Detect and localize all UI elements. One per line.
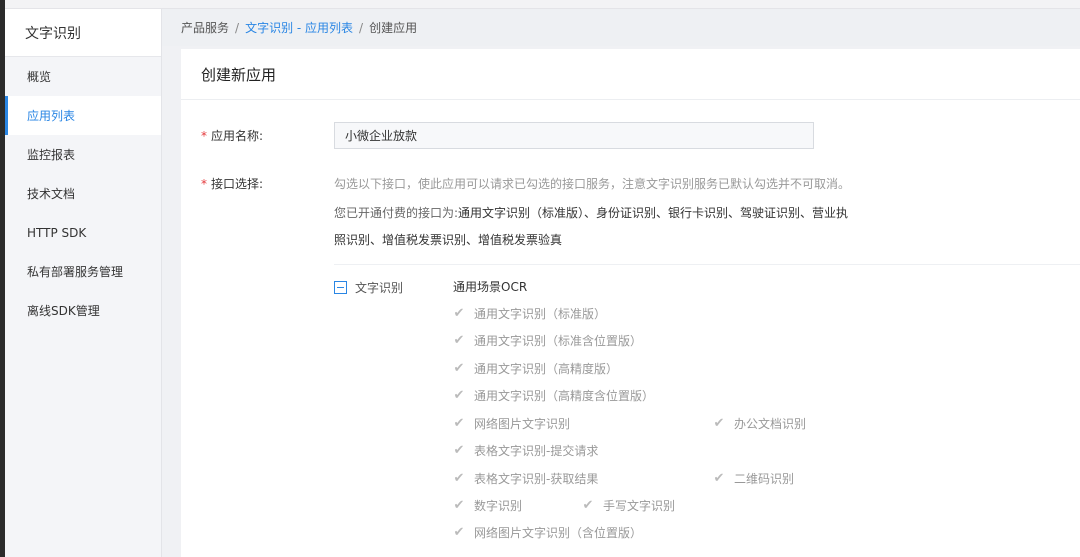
checkbox-general-accurate-location[interactable]: ✔ 通用文字识别（高精度含位置版） bbox=[453, 387, 654, 404]
divider bbox=[334, 264, 1080, 265]
check-icon: ✔ bbox=[582, 497, 594, 513]
checkbox-web-image[interactable]: ✔ 网络图片文字识别 bbox=[453, 415, 570, 432]
checkbox-label: 通用文字识别（标准版） bbox=[474, 307, 607, 321]
checkbox-office-doc[interactable]: ✔ 办公文档识别 bbox=[713, 415, 806, 432]
collapse-minus-icon[interactable] bbox=[334, 281, 347, 294]
checkbox-table-submit[interactable]: ✔ 表格文字识别-提交请求 bbox=[453, 442, 599, 459]
breadcrumb-separator: / bbox=[235, 20, 240, 35]
sidebar-item-private-deploy[interactable]: 私有部署服务管理 bbox=[5, 252, 161, 291]
checkbox-label: 手写文字识别 bbox=[603, 499, 676, 513]
api-select-hint: 勾选以下接口，使此应用可以请求已勾选的接口服务，注意文字识别服务已默认勾选并不可… bbox=[334, 177, 851, 191]
required-mark: * bbox=[201, 129, 207, 143]
checkbox-label: 二维码识别 bbox=[734, 472, 795, 486]
check-icon: ✔ bbox=[453, 442, 465, 458]
page-title: 创建新应用 bbox=[181, 49, 1080, 100]
window-top-strip bbox=[0, 0, 1080, 9]
checkbox-web-image-location[interactable]: ✔ 网络图片文字识别（含位置版） bbox=[453, 524, 642, 541]
create-app-card: 创建新应用 * 应用名称: * 接口选择: 勾选以下接口，使此应用可以请求已勾选的接… bbox=[181, 49, 1080, 557]
app-name-label-text: 应用名称: bbox=[211, 129, 264, 143]
checkbox-label: 数字识别 bbox=[474, 499, 523, 513]
sidebar-item-offline-sdk[interactable]: 离线SDK管理 bbox=[5, 291, 161, 330]
checkbox-handwriting[interactable]: ✔ 手写文字识别 bbox=[582, 497, 675, 514]
ocr-group-name: 文字识别 bbox=[355, 281, 404, 295]
checkbox-label: 表格文字识别-获取结果 bbox=[474, 472, 599, 486]
checkbox-label: 网络图片文字识别（含位置版） bbox=[474, 526, 643, 540]
checkbox-general-basic[interactable]: ✔ 通用文字识别（标准版） bbox=[453, 305, 606, 322]
breadcrumb-separator: / bbox=[359, 20, 364, 35]
check-icon: ✔ bbox=[453, 305, 465, 321]
check-icon: ✔ bbox=[453, 497, 465, 513]
breadcrumb: 产品服务 / 文字识别 - 应用列表 / 创建应用 bbox=[162, 9, 1080, 46]
sidebar-item-http-sdk[interactable]: HTTP SDK bbox=[5, 213, 161, 252]
api-select-label: * 接口选择: bbox=[201, 175, 263, 192]
checkbox-label: 通用文字识别（高精度含位置版） bbox=[474, 389, 655, 403]
check-icon: ✔ bbox=[713, 470, 725, 486]
ocr-group-toggle[interactable]: 文字识别 bbox=[334, 279, 403, 296]
checkbox-label: 通用文字识别（高精度版） bbox=[474, 362, 619, 376]
breadcrumb-root[interactable]: 产品服务 bbox=[181, 19, 229, 36]
check-icon: ✔ bbox=[453, 524, 465, 540]
checkbox-label: 通用文字识别（标准含位置版） bbox=[474, 334, 643, 348]
required-mark: * bbox=[201, 177, 207, 191]
api-select-label-text: 接口选择: bbox=[211, 177, 264, 191]
checkbox-general-accurate[interactable]: ✔ 通用文字识别（高精度版） bbox=[453, 360, 618, 377]
checkbox-label: 表格文字识别-提交请求 bbox=[474, 444, 599, 458]
checkbox-table-result[interactable]: ✔ 表格文字识别-获取结果 bbox=[453, 470, 599, 487]
sidebar-title: 文字识别 bbox=[5, 9, 161, 57]
checkbox-label: 办公文档识别 bbox=[734, 417, 807, 431]
sidebar-item-overview[interactable]: 概览 bbox=[5, 57, 161, 96]
section-title-general-ocr: 通用场景OCR bbox=[453, 280, 528, 294]
paid-apis-text: 您已开通付费的接口为:通用文字识别（标准版）、身份证识别、银行卡识别、驾驶证识别… bbox=[334, 200, 854, 254]
app-name-label: * 应用名称: bbox=[201, 127, 263, 144]
checkbox-label: 网络图片文字识别 bbox=[474, 417, 571, 431]
sidebar-item-app-list[interactable]: 应用列表 bbox=[5, 96, 161, 135]
check-icon: ✔ bbox=[453, 360, 465, 376]
checkbox-numbers[interactable]: ✔ 数字识别 bbox=[453, 497, 522, 514]
sidebar-item-monitoring[interactable]: 监控报表 bbox=[5, 135, 161, 174]
check-icon: ✔ bbox=[453, 470, 465, 486]
checkbox-general-location[interactable]: ✔ 通用文字识别（标准含位置版） bbox=[453, 332, 642, 349]
check-icon: ✔ bbox=[453, 332, 465, 348]
sidebar: 文字识别 概览 应用列表 监控报表 技术文档 HTTP SDK 私有部署服务管理… bbox=[5, 9, 162, 557]
paid-apis-prefix: 您已开通付费的接口为: bbox=[334, 206, 459, 220]
app-name-input[interactable] bbox=[334, 122, 814, 149]
check-icon: ✔ bbox=[453, 415, 465, 431]
breadcrumb-app-list-link[interactable]: 文字识别 - 应用列表 bbox=[245, 19, 353, 36]
check-icon: ✔ bbox=[453, 387, 465, 403]
sidebar-item-docs[interactable]: 技术文档 bbox=[5, 174, 161, 213]
check-icon: ✔ bbox=[713, 415, 725, 431]
checkbox-qrcode[interactable]: ✔ 二维码识别 bbox=[713, 470, 794, 487]
breadcrumb-current: 创建应用 bbox=[369, 21, 418, 35]
